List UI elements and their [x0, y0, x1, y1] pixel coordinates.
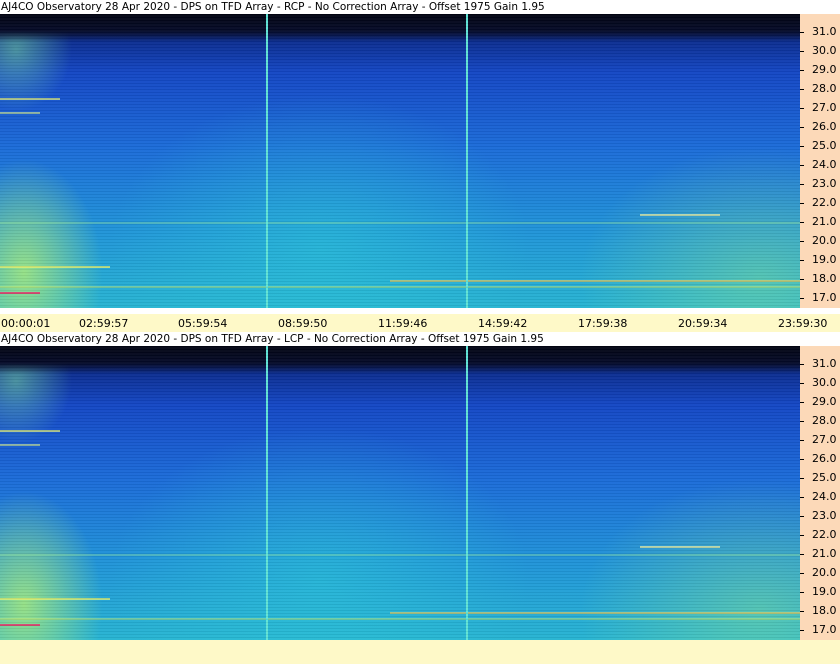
time-label: 11:59:46 [378, 317, 428, 330]
interference-band [390, 280, 800, 282]
frequency-label: 20.0 [812, 234, 837, 247]
interference-band [0, 554, 800, 556]
frequency-label: 30.0 [812, 376, 837, 389]
frequency-tick [800, 127, 804, 128]
frequency-tick [800, 535, 804, 536]
frequency-label: 26.0 [812, 452, 837, 465]
interference-band [640, 546, 720, 548]
frequency-label: 28.0 [812, 414, 837, 427]
time-label: 20:59:34 [678, 317, 728, 330]
frequency-tick [800, 51, 804, 52]
frequency-tick [800, 421, 804, 422]
spectrogram-lcp[interactable] [0, 346, 800, 640]
frequency-label: 19.0 [812, 585, 837, 598]
frequency-label: 19.0 [812, 253, 837, 266]
interference-band [0, 444, 40, 446]
frequency-label: 29.0 [812, 395, 837, 408]
frequency-tick [800, 108, 804, 109]
frequency-tick [800, 184, 804, 185]
frequency-label: 24.0 [812, 490, 837, 503]
time-label: 05:59:54 [178, 317, 228, 330]
interference-band [0, 292, 40, 294]
time-cursor-right[interactable] [466, 14, 468, 308]
time-cursor-left[interactable] [266, 14, 268, 308]
frequency-label: 25.0 [812, 471, 837, 484]
frequency-tick [800, 478, 804, 479]
frequency-tick [800, 516, 804, 517]
frequency-scale-rcp: 31.0 30.0 29.0 28.0 27.0 26.0 25.0 24.0 … [800, 14, 840, 308]
frequency-label: 23.0 [812, 177, 837, 190]
frequency-tick [800, 573, 804, 574]
spectrogram-dark-top [0, 346, 800, 374]
interference-band [0, 222, 800, 224]
time-label: 02:59:57 [79, 317, 129, 330]
time-label: 00:00:01 [1, 317, 51, 330]
frequency-tick [800, 260, 804, 261]
frequency-tick [800, 592, 804, 593]
interference-band [640, 214, 720, 216]
time-cursor-left[interactable] [266, 346, 268, 640]
time-label: 17:59:38 [578, 317, 628, 330]
frequency-label: 21.0 [812, 215, 837, 228]
panel-title-lcp: AJ4CO Observatory 28 Apr 2020 - DPS on T… [0, 332, 801, 346]
frequency-label: 30.0 [812, 44, 837, 57]
frequency-tick [800, 89, 804, 90]
interference-band [0, 112, 40, 114]
frequency-label: 18.0 [812, 272, 837, 285]
frequency-tick [800, 146, 804, 147]
frequency-tick [800, 32, 804, 33]
frequency-tick [800, 630, 804, 631]
frequency-tick [800, 203, 804, 204]
frequency-label: 29.0 [812, 63, 837, 76]
frequency-label: 22.0 [812, 196, 837, 209]
interference-band [0, 618, 800, 620]
frequency-tick [800, 611, 804, 612]
frequency-tick [800, 440, 804, 441]
time-axis: 00:00:01 02:59:57 05:59:54 08:59:50 11:5… [0, 314, 840, 332]
frequency-tick [800, 298, 804, 299]
frequency-label: 27.0 [812, 101, 837, 114]
frequency-scale-lcp: 31.0 30.0 29.0 28.0 27.0 26.0 25.0 24.0 … [800, 346, 840, 640]
frequency-label: 21.0 [812, 547, 837, 560]
frequency-tick [800, 383, 804, 384]
interference-band [0, 266, 110, 268]
time-label: 23:59:30 [778, 317, 828, 330]
frequency-tick [800, 364, 804, 365]
frequency-label: 20.0 [812, 566, 837, 579]
frequency-tick [800, 459, 804, 460]
frequency-label: 25.0 [812, 139, 837, 152]
frequency-tick [800, 279, 804, 280]
frequency-label: 26.0 [812, 120, 837, 133]
frequency-label: 17.0 [812, 291, 837, 304]
interference-band [0, 598, 110, 600]
panel-title-rcp: AJ4CO Observatory 28 Apr 2020 - DPS on T… [0, 0, 801, 14]
frequency-tick [800, 497, 804, 498]
frequency-label: 22.0 [812, 528, 837, 541]
frequency-label: 31.0 [812, 25, 837, 38]
frequency-label: 27.0 [812, 433, 837, 446]
spectrogram-rcp[interactable] [0, 14, 800, 308]
time-label: 08:59:50 [278, 317, 328, 330]
time-cursor-right[interactable] [466, 346, 468, 640]
frequency-tick [800, 222, 804, 223]
frequency-tick [800, 241, 804, 242]
frequency-tick [800, 165, 804, 166]
interference-band [0, 430, 60, 432]
interference-band [0, 98, 60, 100]
frequency-tick [800, 70, 804, 71]
frequency-tick [800, 554, 804, 555]
frequency-label: 24.0 [812, 158, 837, 171]
interference-band [0, 286, 800, 288]
interference-band [0, 624, 40, 626]
interference-band [390, 612, 800, 614]
frequency-tick [800, 402, 804, 403]
bottom-status-strip [0, 640, 840, 664]
frequency-label: 23.0 [812, 509, 837, 522]
frequency-label: 18.0 [812, 604, 837, 617]
spectrogram-dark-top [0, 14, 800, 42]
frequency-label: 31.0 [812, 357, 837, 370]
frequency-label: 17.0 [812, 623, 837, 636]
frequency-label: 28.0 [812, 82, 837, 95]
time-label: 14:59:42 [478, 317, 528, 330]
